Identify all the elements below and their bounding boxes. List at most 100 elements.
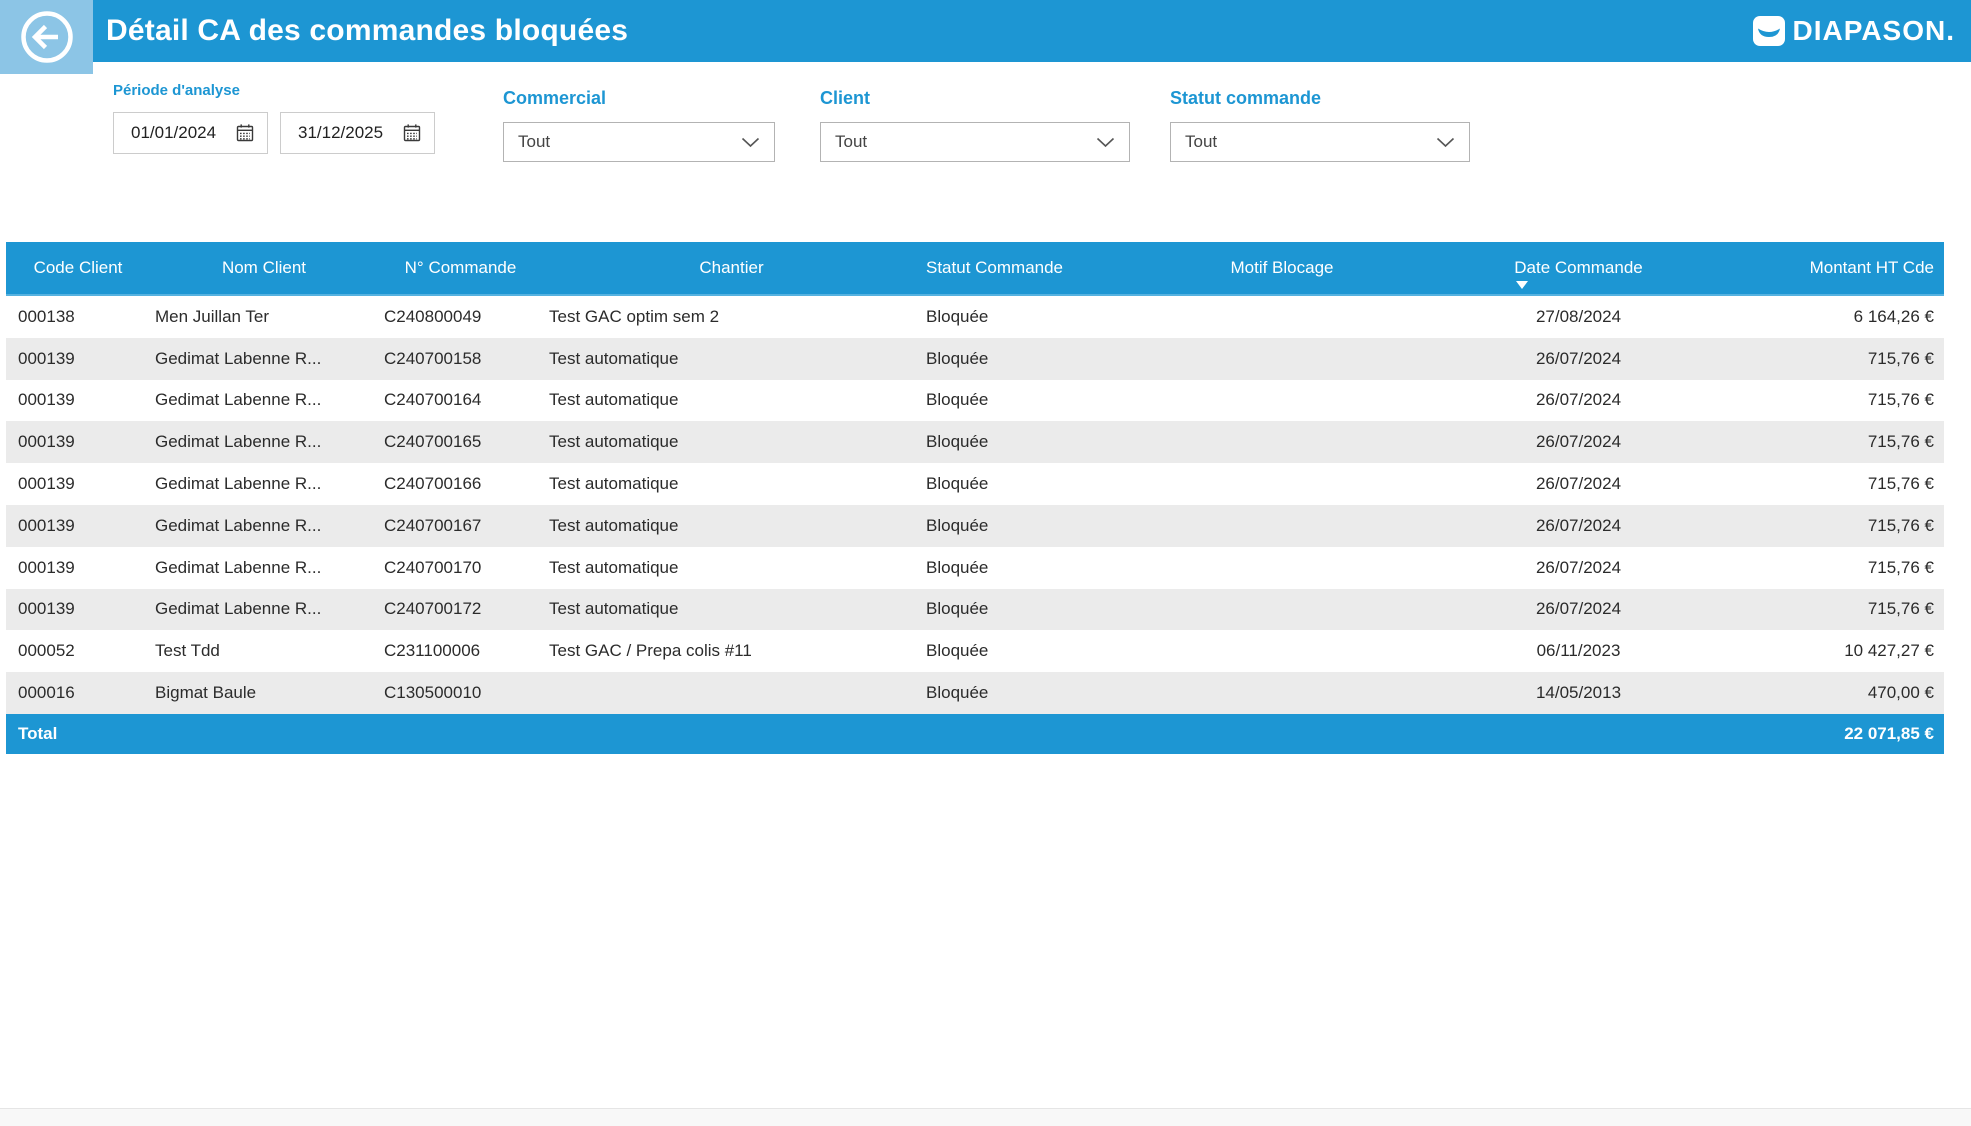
table-cell: Test automatique xyxy=(543,463,920,505)
calendar-icon[interactable] xyxy=(402,123,422,143)
table-cell: Men Juillan Ter xyxy=(150,296,378,338)
client-dropdown[interactable]: Tout xyxy=(820,122,1130,162)
table-cell: 715,76 € xyxy=(1705,547,1944,589)
table-cell: 000139 xyxy=(6,338,150,380)
table-cell: Test automatique xyxy=(543,380,920,422)
table-cell: Gedimat Labenne R... xyxy=(150,380,378,422)
filter-commercial-label: Commercial xyxy=(503,88,775,109)
table-cell: 715,76 € xyxy=(1705,380,1944,422)
table-cell: C240700172 xyxy=(378,589,543,631)
calendar-icon[interactable] xyxy=(235,123,255,143)
table-header-row: Code Client Nom Client N° Commande Chant… xyxy=(6,242,1944,296)
app-header-bar: Détail CA des commandes bloquées DIAPASO… xyxy=(0,0,1971,62)
table-cell: Bloquée xyxy=(920,505,1112,547)
chevron-down-icon xyxy=(1436,137,1455,148)
column-header-nom-client[interactable]: Nom Client xyxy=(150,242,378,294)
table-cell: Gedimat Labenne R... xyxy=(150,421,378,463)
table-cell: Test automatique xyxy=(543,547,920,589)
table-cell: Test automatique xyxy=(543,589,920,631)
table-cell xyxy=(1112,338,1452,380)
table-cell: Test GAC / Prepa colis #11 xyxy=(543,630,920,672)
back-arrow-icon xyxy=(18,8,76,66)
table-cell: 715,76 € xyxy=(1705,589,1944,631)
table-row[interactable]: 000139Gedimat Labenne R...C240700166Test… xyxy=(6,463,1944,505)
table-cell: Bigmat Baule xyxy=(150,672,378,714)
column-header-motif-blocage[interactable]: Motif Blocage xyxy=(1112,242,1452,294)
table-cell xyxy=(1112,296,1452,338)
table-cell: 6 164,26 € xyxy=(1705,296,1944,338)
table-cell: 000139 xyxy=(6,380,150,422)
commercial-dropdown[interactable]: Tout xyxy=(503,122,775,162)
table-cell: Bloquée xyxy=(920,463,1112,505)
table-cell: Bloquée xyxy=(920,672,1112,714)
table-cell: C240700158 xyxy=(378,338,543,380)
table-cell: 000052 xyxy=(6,630,150,672)
chevron-down-icon xyxy=(741,137,760,148)
page-title: Détail CA des commandes bloquées xyxy=(106,0,628,62)
table-cell: 27/08/2024 xyxy=(1452,296,1705,338)
filter-periode-label: Période d'analyse xyxy=(113,82,435,99)
back-button[interactable] xyxy=(0,0,93,74)
table-row[interactable]: 000138Men Juillan TerC240800049Test GAC … xyxy=(6,296,1944,338)
column-header-no-commande[interactable]: N° Commande xyxy=(378,242,543,294)
column-header-code-client[interactable]: Code Client xyxy=(6,242,150,294)
table-cell: 26/07/2024 xyxy=(1452,547,1705,589)
table-cell: 26/07/2024 xyxy=(1452,380,1705,422)
statut-dropdown[interactable]: Tout xyxy=(1170,122,1470,162)
table-total-row: Total 22 071,85 € xyxy=(6,714,1944,754)
column-header-statut-commande[interactable]: Statut Commande xyxy=(920,242,1112,294)
date-to-input[interactable]: 31/12/2025 xyxy=(280,112,435,154)
column-header-chantier[interactable]: Chantier xyxy=(543,242,920,294)
column-header-date-commande[interactable]: Date Commande xyxy=(1452,242,1705,294)
table-cell: C231100006 xyxy=(378,630,543,672)
table-cell: 000139 xyxy=(6,589,150,631)
table-cell xyxy=(1112,672,1452,714)
diapason-logo-icon xyxy=(1753,16,1785,46)
filter-client: Client Tout xyxy=(820,88,1130,162)
table-cell: 26/07/2024 xyxy=(1452,505,1705,547)
table-cell: 715,76 € xyxy=(1705,338,1944,380)
table-cell: Bloquée xyxy=(920,421,1112,463)
table-cell: Test GAC optim sem 2 xyxy=(543,296,920,338)
table-cell: 26/07/2024 xyxy=(1452,589,1705,631)
table-row[interactable]: 000139Gedimat Labenne R...C240700158Test… xyxy=(6,338,1944,380)
table-cell: 470,00 € xyxy=(1705,672,1944,714)
table-cell: Bloquée xyxy=(920,296,1112,338)
table-cell: Bloquée xyxy=(920,547,1112,589)
table-cell: Test automatique xyxy=(543,505,920,547)
table-cell: Test automatique xyxy=(543,338,920,380)
table-row[interactable]: 000139Gedimat Labenne R...C240700172Test… xyxy=(6,589,1944,631)
table-row[interactable]: 000139Gedimat Labenne R...C240700170Test… xyxy=(6,547,1944,589)
horizontal-scrollbar-track[interactable] xyxy=(0,1108,1971,1126)
diapason-logo-text: DIAPASON. xyxy=(1793,15,1956,47)
table-cell: Test automatique xyxy=(543,421,920,463)
table-cell xyxy=(1112,589,1452,631)
table-row[interactable]: 000139Gedimat Labenne R...C240700165Test… xyxy=(6,421,1944,463)
chevron-down-icon xyxy=(1096,137,1115,148)
commercial-dropdown-value: Tout xyxy=(518,132,550,152)
table-cell: Test Tdd xyxy=(150,630,378,672)
column-header-montant-ht[interactable]: Montant HT Cde xyxy=(1705,242,1944,294)
filter-statut: Statut commande Tout xyxy=(1170,88,1470,162)
table-cell: Gedimat Labenne R... xyxy=(150,589,378,631)
table-row[interactable]: 000139Gedimat Labenne R...C240700164Test… xyxy=(6,380,1944,422)
table-cell: 000139 xyxy=(6,547,150,589)
table-cell xyxy=(1112,630,1452,672)
table-cell: Bloquée xyxy=(920,589,1112,631)
table-row[interactable]: 000052Test TddC231100006Test GAC / Prepa… xyxy=(6,630,1944,672)
table-row[interactable]: 000139Gedimat Labenne R...C240700167Test… xyxy=(6,505,1944,547)
client-dropdown-value: Tout xyxy=(835,132,867,152)
table-cell: Bloquée xyxy=(920,338,1112,380)
table-cell: 000139 xyxy=(6,505,150,547)
table-cell: 715,76 € xyxy=(1705,505,1944,547)
date-from-input[interactable]: 01/01/2024 xyxy=(113,112,268,154)
table-cell: C130500010 xyxy=(378,672,543,714)
table-cell: 000138 xyxy=(6,296,150,338)
table-cell xyxy=(1112,463,1452,505)
table-cell: 10 427,27 € xyxy=(1705,630,1944,672)
table-row[interactable]: 000016Bigmat BauleC130500010Bloquée14/05… xyxy=(6,672,1944,714)
table-cell: C240700166 xyxy=(378,463,543,505)
table-cell: 000139 xyxy=(6,463,150,505)
table-cell: C240700170 xyxy=(378,547,543,589)
diapason-logo: DIAPASON. xyxy=(1753,0,1956,62)
